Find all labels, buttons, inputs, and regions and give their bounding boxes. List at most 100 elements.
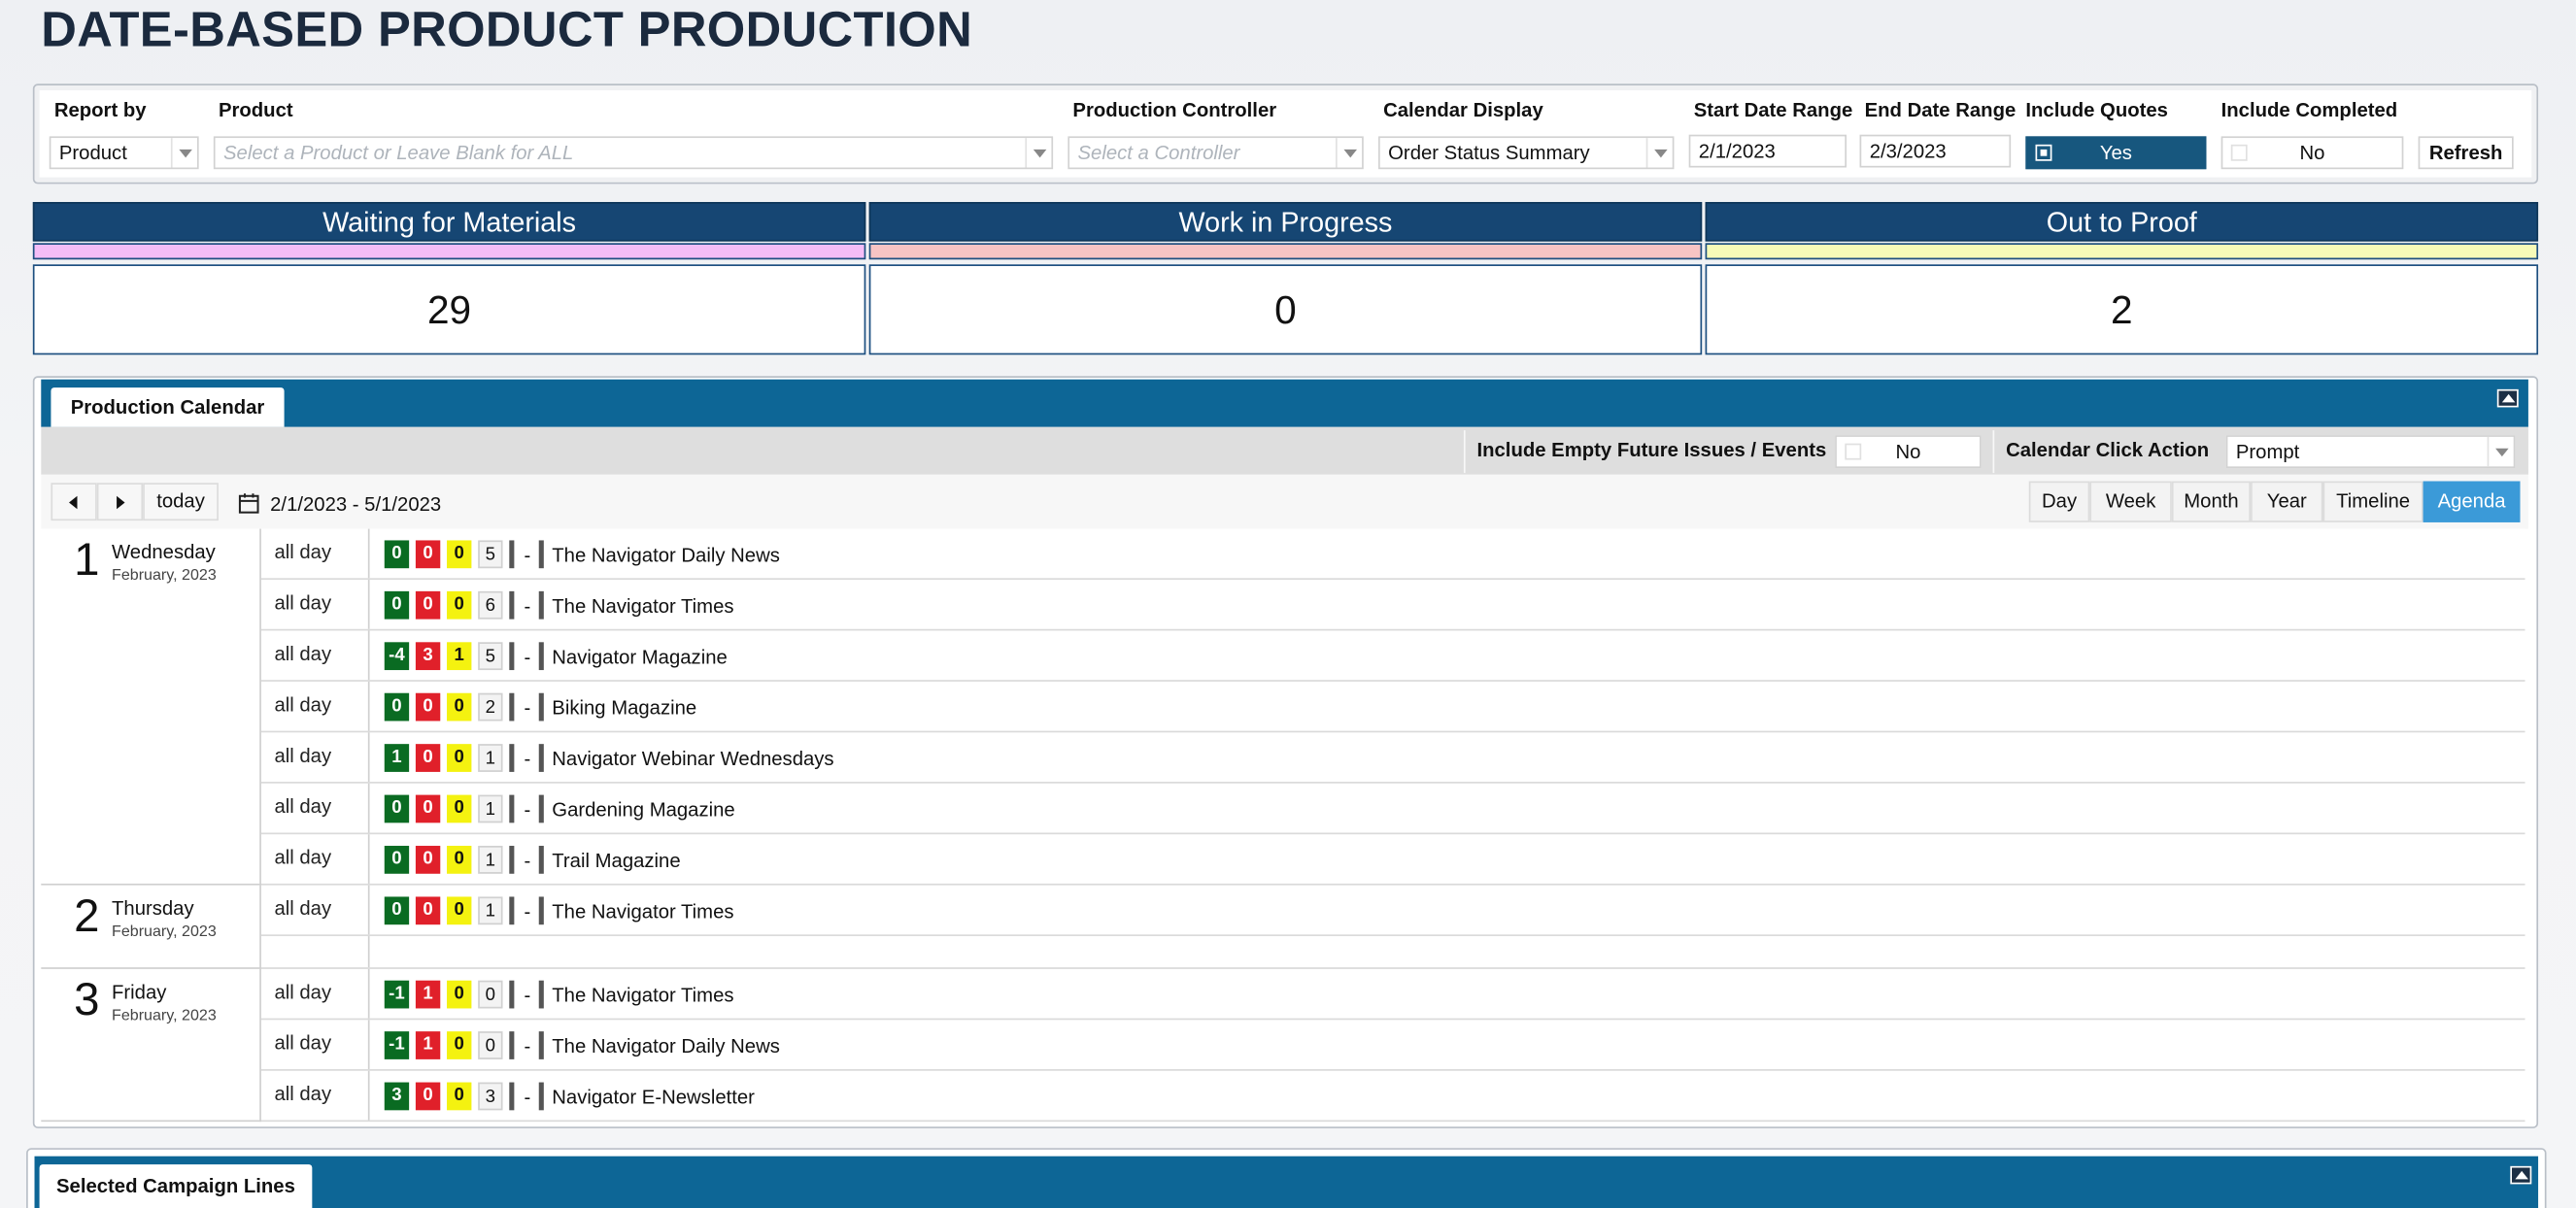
- checkbox-unchecked-icon: [1845, 443, 1862, 460]
- today-button[interactable]: today: [143, 483, 219, 521]
- tab-production-calendar[interactable]: Production Calendar: [51, 387, 285, 427]
- all-day-label: all day: [261, 783, 370, 833]
- event-name: The Navigator Times: [552, 983, 734, 1006]
- agenda-event[interactable]: -4 3 1 5- Navigator Magazine: [384, 642, 728, 671]
- refresh-button[interactable]: Refresh: [2418, 136, 2514, 170]
- badge-on-time: -4: [384, 642, 410, 671]
- click-action-label: Calendar Click Action: [2006, 438, 2210, 462]
- include-completed-label: Include Completed: [2220, 98, 2398, 122]
- agenda-event[interactable]: 0 0 0 5- The Navigator Daily News: [384, 540, 780, 569]
- checkbox-checked-icon: [2035, 144, 2052, 161]
- badge-total: 3: [478, 1082, 503, 1111]
- product-select[interactable]: Select a Product or Leave Blank for ALL: [213, 136, 1054, 170]
- all-day-label: all day: [261, 834, 370, 884]
- maximize-icon[interactable]: [2510, 1165, 2532, 1185]
- badge-on-time: 0: [384, 692, 410, 721]
- start-date-input[interactable]: 2/1/2023: [1688, 134, 1847, 168]
- agenda-event-row: all day 0 0 0 5- The Navigator Daily News: [260, 528, 2525, 581]
- day-month: February, 2023: [112, 566, 217, 586]
- badge-on-time: 0: [384, 846, 410, 874]
- agenda-event[interactable]: 1 0 0 1- Navigator Webinar Wednesdays: [384, 744, 834, 772]
- tab-selected-campaign-lines[interactable]: Selected Campaign Lines: [39, 1164, 313, 1208]
- chevron-down-icon: [1336, 138, 1362, 168]
- view-year-button[interactable]: Year: [2251, 481, 2323, 522]
- click-action-select[interactable]: Prompt: [2225, 435, 2516, 469]
- event-dash: -: [524, 746, 531, 770]
- chevron-down-icon: [2487, 436, 2514, 467]
- agenda-event[interactable]: 0 0 0 2- Biking Magazine: [384, 692, 696, 721]
- agenda-event-row: all day -4 3 1 5- Navigator Magazine: [260, 630, 2525, 682]
- prev-button[interactable]: [51, 483, 97, 521]
- agenda-event-row: all day 0 0 0 1- Gardening Magazine: [260, 783, 2525, 835]
- badge-total: 5: [478, 540, 503, 569]
- view-agenda-button[interactable]: Agenda: [2423, 481, 2521, 522]
- status-count-wip[interactable]: 0: [868, 264, 1703, 355]
- badge-pending: 0: [447, 692, 472, 721]
- event-dash: -: [524, 542, 531, 566]
- event-name: The Navigator Daily News: [552, 1033, 780, 1057]
- day-number: 2: [74, 889, 100, 942]
- date-range-text: 2/1/2023 - 5/1/2023: [270, 492, 442, 517]
- agenda-day-cell: 2 Thursday February, 2023: [41, 885, 261, 969]
- report-by-select[interactable]: Product: [49, 136, 199, 170]
- agenda-event[interactable]: -1 1 0 0- The Navigator Daily News: [384, 1031, 780, 1059]
- badge-late: 1: [415, 1031, 441, 1059]
- agenda-event[interactable]: 0 0 0 1- Trail Magazine: [384, 846, 681, 874]
- next-button[interactable]: [96, 483, 144, 521]
- event-dash: -: [524, 797, 531, 821]
- maximize-icon[interactable]: [2496, 388, 2519, 408]
- chevron-down-icon: [1025, 138, 1051, 168]
- agenda-event[interactable]: 0 0 0 1- The Navigator Times: [384, 896, 734, 925]
- status-count-waiting[interactable]: 29: [32, 264, 866, 355]
- day-name: Friday: [112, 980, 167, 1004]
- product-label: Product: [218, 98, 293, 122]
- calendar-display-select[interactable]: Order Status Summary: [1378, 136, 1675, 170]
- badge-on-time: -1: [384, 1031, 410, 1059]
- all-day-label: all day: [261, 1020, 370, 1070]
- day-month: February, 2023: [112, 923, 217, 942]
- date-range-picker[interactable]: 2/1/2023 - 5/1/2023: [238, 489, 441, 519]
- status-header-waiting: Waiting for Materials: [32, 202, 866, 242]
- status-count-proof[interactable]: 2: [1705, 264, 2539, 355]
- all-day-label: all day: [261, 528, 370, 579]
- badge-pending: 0: [447, 744, 472, 772]
- include-completed-toggle[interactable]: No: [2220, 136, 2404, 170]
- event-name: Navigator Magazine: [552, 644, 728, 668]
- agenda-event[interactable]: 3 0 0 3- Navigator E-Newsletter: [384, 1082, 755, 1111]
- badge-pending: 1: [447, 642, 472, 671]
- separator: [538, 540, 544, 569]
- separator: [509, 692, 515, 721]
- separator: [509, 744, 515, 772]
- view-month-button[interactable]: Month: [2171, 481, 2252, 522]
- agenda-event-row: all day 0 0 0 2- Biking Magazine: [260, 681, 2525, 733]
- include-empty-toggle[interactable]: No: [1835, 435, 1982, 469]
- badge-on-time: 1: [384, 744, 410, 772]
- separator: [509, 590, 515, 620]
- separator: [538, 1082, 544, 1111]
- badge-total: 1: [478, 896, 503, 925]
- view-timeline-button[interactable]: Timeline: [2322, 481, 2423, 522]
- view-day-button[interactable]: Day: [2028, 481, 2090, 522]
- agenda-event[interactable]: -1 1 0 0- The Navigator Times: [384, 980, 734, 1009]
- divider: [1463, 430, 1466, 474]
- day-number: 3: [74, 973, 100, 1025]
- agenda-event-row: all day 1 0 0 1- Navigator Webinar Wednesdays: [260, 732, 2525, 784]
- separator: [538, 1031, 544, 1059]
- include-empty-value: No: [1895, 440, 1921, 463]
- include-quotes-toggle[interactable]: Yes: [2025, 136, 2207, 170]
- all-day-label: all day: [261, 1070, 370, 1121]
- view-week-button[interactable]: Week: [2089, 481, 2172, 522]
- calendar-header: [41, 379, 2528, 427]
- end-date-input[interactable]: 2/3/2023: [1859, 134, 2012, 168]
- include-completed-value: No: [2299, 141, 2325, 165]
- calendar-icon: [238, 493, 259, 514]
- badge-late: 0: [415, 794, 441, 823]
- event-name: The Navigator Daily News: [552, 542, 780, 566]
- controller-select[interactable]: Select a Controller: [1068, 136, 1364, 170]
- status-color-bar-proof: [1705, 243, 2539, 260]
- campaign-header: [34, 1156, 2539, 1208]
- badge-pending: 0: [447, 590, 472, 620]
- agenda-event[interactable]: 0 0 0 1- Gardening Magazine: [384, 794, 735, 823]
- agenda-event[interactable]: 0 0 0 6- The Navigator Times: [384, 590, 734, 620]
- badge-late: 0: [415, 744, 441, 772]
